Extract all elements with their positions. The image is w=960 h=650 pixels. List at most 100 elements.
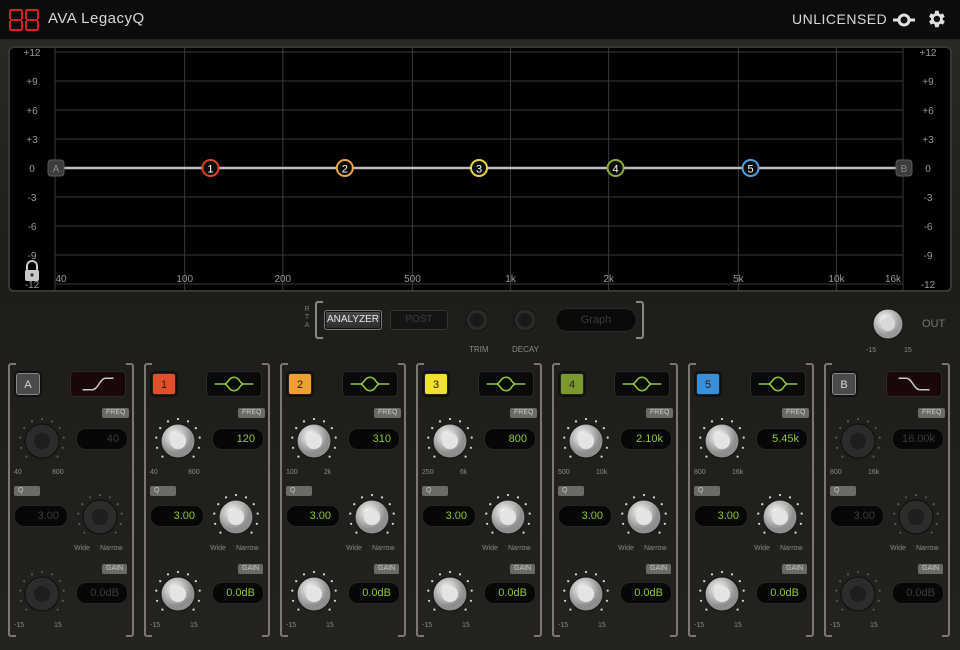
gain-tag: GAIN [510,564,536,574]
bell-filter-icon[interactable] [478,371,534,397]
gain-knob[interactable] [832,568,884,620]
gain-knob[interactable] [152,568,204,620]
q-knob[interactable] [754,491,806,543]
q-value[interactable]: 3.00 [286,505,340,527]
q-knob[interactable] [74,491,126,543]
freq-knob[interactable] [696,415,748,467]
freq-knob[interactable] [832,415,884,467]
q-value[interactable]: 3.00 [694,505,748,527]
bell-filter-icon[interactable] [206,371,262,397]
gain-knob[interactable] [560,568,612,620]
db-tick-label-right: -9 [924,251,933,262]
db-tick-label-right: +6 [922,106,934,117]
q-knob[interactable] [482,491,534,543]
freq-knob[interactable] [560,415,612,467]
q-knob[interactable] [618,491,670,543]
freq-min: 800 [694,469,706,476]
band-toggle-button[interactable]: 2 [288,373,312,395]
band-panel-5: 5 FREQ 5.45k 800 16k Q 3.00 Wide Narrow … [688,363,814,637]
freq-tag: FREQ [510,408,538,418]
q-wide-label: Wide [210,545,226,552]
link-icon[interactable] [893,10,915,30]
q-value[interactable]: 3.00 [14,505,68,527]
trim-label: TRIM [469,345,489,354]
decay-label: DECAY [512,345,539,354]
gain-knob[interactable] [424,568,476,620]
bell-filter-icon[interactable] [750,371,806,397]
lock-icon[interactable] [25,260,39,281]
band-toggle-button[interactable]: B [832,373,856,395]
db-tick-label-left: -6 [28,222,37,233]
band-toggle-button[interactable]: 4 [560,373,584,395]
gain-value[interactable]: 0.0dB [484,582,536,604]
output-knob[interactable] [866,302,910,346]
q-wide-label: Wide [482,545,498,552]
bell-filter-icon[interactable] [614,371,670,397]
q-knob[interactable] [210,491,262,543]
freq-value[interactable]: 2.10k [620,428,672,450]
q-knob[interactable] [346,491,398,543]
band-toggle-button[interactable]: 3 [424,373,448,395]
freq-knob[interactable] [288,415,340,467]
freq-knob[interactable] [424,415,476,467]
freq-value[interactable]: 40 [76,428,128,450]
gain-value[interactable]: 0.0dB [756,582,808,604]
freq-tick-label: 2k [603,274,615,285]
band-toggle-button[interactable]: 5 [696,373,720,395]
q-value[interactable]: 3.00 [830,505,884,527]
freq-knob[interactable] [16,415,68,467]
decay-knob[interactable] [507,302,543,338]
q-tag: Q [286,486,312,496]
q-value[interactable]: 3.00 [558,505,612,527]
freq-value[interactable]: 310 [348,428,400,450]
band-panel-b: B FREQ 16.00k 800 16k Q 3.00 Wide Narrow… [824,363,950,637]
freq-min: 250 [422,469,434,476]
q-value[interactable]: 3.00 [422,505,476,527]
gain-value[interactable]: 0.0dB [212,582,264,604]
trim-knob[interactable] [459,302,495,338]
freq-value[interactable]: 800 [484,428,536,450]
freq-min: 40 [14,469,22,476]
high-shelf-filter-icon[interactable] [886,371,942,397]
freq-value[interactable]: 5.45k [756,428,808,450]
q-knob[interactable] [890,491,942,543]
band-toggle-button[interactable]: A [16,373,40,395]
q-tag: Q [558,486,584,496]
freq-max: 2k [324,469,332,476]
freq-knob[interactable] [152,415,204,467]
gear-icon[interactable] [925,8,947,30]
gain-tag: GAIN [646,564,672,574]
post-button[interactable]: POST [390,310,448,330]
band-panel-a: A FREQ 40 40 800 Q 3.00 Wide Narrow GAIN… [8,363,134,637]
freq-max: 6k [460,469,468,476]
low-shelf-filter-icon[interactable] [70,371,126,397]
db-tick-label-right: +9 [922,77,934,88]
bell-filter-icon[interactable] [342,371,398,397]
gain-value[interactable]: 0.0dB [76,582,128,604]
gain-knob[interactable] [288,568,340,620]
q-wide-label: Wide [618,545,634,552]
analyzer-button[interactable]: ANALYZER [324,310,382,330]
gain-knob[interactable] [16,568,68,620]
freq-tag: FREQ [374,408,402,418]
gain-min: -15 [286,622,297,629]
gain-value[interactable]: 0.0dB [892,582,944,604]
graph-button[interactable]: Graph [555,308,637,332]
license-status[interactable]: UNLICENSED [792,11,887,27]
freq-value[interactable]: 16.00k [892,428,944,450]
freq-tag: FREQ [102,408,130,418]
gain-min: -15 [830,622,841,629]
filter-node-label: 3 [476,164,482,176]
gain-max: 15 [190,622,198,629]
band-toggle-button[interactable]: 1 [152,373,176,395]
freq-value[interactable]: 120 [212,428,264,450]
gain-knob[interactable] [696,568,748,620]
q-tag: Q [150,486,176,496]
eq-graph-canvas[interactable]: +12 +12+9 +9+6 +6+3 +30 0-3 -3-6 -6-9 -9-12 -1240… [10,48,950,290]
q-value[interactable]: 3.00 [150,505,204,527]
q-narrow-label: Narrow [100,545,123,552]
freq-tag: FREQ [238,408,266,418]
gain-value[interactable]: 0.0dB [348,582,400,604]
freq-min: 800 [830,469,842,476]
gain-value[interactable]: 0.0dB [620,582,672,604]
